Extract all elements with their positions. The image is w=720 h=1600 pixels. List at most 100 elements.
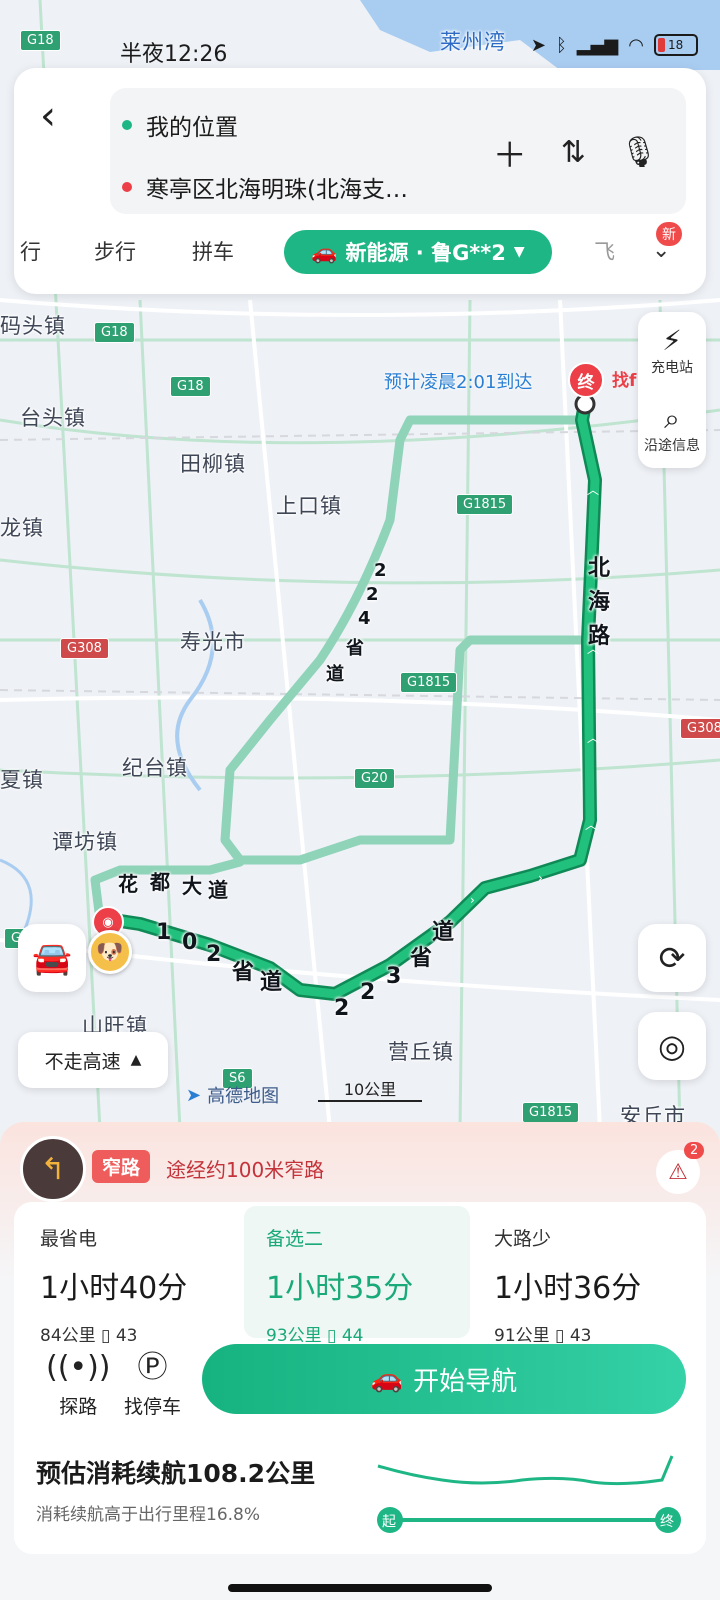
route-option-selected[interactable]: 备选二 1小时35分 93公里 ▯ 44 bbox=[244, 1206, 470, 1346]
energy-start-label: 起 bbox=[382, 1514, 396, 1530]
route-option-time: 1小时40分 bbox=[40, 1271, 188, 1306]
caret-up-icon: ▲ bbox=[130, 1052, 142, 1068]
parking-label: 找停车 bbox=[124, 1396, 182, 1418]
explore-route-button[interactable]: ((•)) 探路 bbox=[46, 1350, 111, 1419]
tab-mode[interactable]: 行 bbox=[20, 236, 41, 266]
travel-mode-tabs: 行 步行 拼车 🚗 新能源 · 鲁G**2 ▼ 飞 ⌄ 新 bbox=[14, 222, 706, 278]
bluetooth-icon: ᛒ bbox=[555, 34, 567, 56]
battery-level: 18 bbox=[668, 38, 684, 52]
find-parking-button[interactable]: Ⓟ 找停车 bbox=[124, 1350, 181, 1419]
tab-walk[interactable]: 步行 bbox=[94, 236, 136, 266]
route-search-card: ‹ 我的位置 寒亭区北海明珠(北海支… ＋ ⇅ 🎙 行 步行 拼车 🚗 新能源 … bbox=[14, 68, 706, 294]
add-waypoint-button[interactable]: ＋ bbox=[493, 128, 527, 177]
clock: 半夜12:26 bbox=[120, 42, 228, 67]
report-count-badge: 2 bbox=[684, 1142, 705, 1159]
energy-subtitle: 消耗续航高于出行里程16.8% bbox=[36, 1505, 261, 1525]
energy-estimate-card[interactable]: 预估消耗续航108.2公里 消耗续航高于出行里程16.8% 起 终 bbox=[14, 1434, 706, 1554]
along-route-label: 沿途信息 bbox=[644, 438, 700, 454]
map-place-label: 谭坊镇 bbox=[52, 830, 118, 854]
tab-carpool[interactable]: 拼车 bbox=[192, 236, 234, 266]
route-road-label: 2 bbox=[206, 942, 222, 967]
route-traffic-lights: 43 bbox=[569, 1326, 592, 1346]
destination-dot-icon bbox=[122, 182, 132, 192]
along-route-button[interactable]: ⌕ 沿途信息 bbox=[638, 390, 706, 468]
map-tools-panel: ⚡ 充电站 ⌕ 沿途信息 bbox=[638, 312, 706, 468]
navigation-arrow-icon: ➤ bbox=[186, 1084, 202, 1106]
route-distance: 84公里 bbox=[40, 1326, 96, 1346]
vehicle-settings-button[interactable]: 🚘 bbox=[18, 924, 86, 992]
narrow-road-tag: 窄路 bbox=[92, 1150, 151, 1183]
svg-text:›: › bbox=[470, 893, 475, 907]
parking-icon: Ⓟ bbox=[137, 1350, 168, 1385]
logo-text: 高德地图 bbox=[207, 1086, 280, 1107]
energy-title: 预估消耗续航108.2公里 bbox=[36, 1459, 316, 1488]
radar-icon: ((•)) bbox=[46, 1350, 111, 1385]
route-option-time: 1小时36分 bbox=[494, 1271, 642, 1306]
caret-down-icon: ▼ bbox=[513, 244, 525, 260]
eta-label: 预计凌晨2:01到达 bbox=[384, 372, 533, 393]
home-indicator[interactable] bbox=[228, 1584, 492, 1592]
tab-new-energy[interactable]: 🚗 新能源 · 鲁G**2 ▼ bbox=[284, 230, 552, 274]
route-preference-label: 不走高速 bbox=[44, 1050, 121, 1073]
locate-button[interactable]: ◎ bbox=[638, 1012, 706, 1080]
route-preference-button[interactable]: 不走高速 ▲ bbox=[18, 1032, 168, 1088]
battery-icon: 18 bbox=[654, 34, 698, 56]
route-option[interactable]: 最省电 1小时40分 84公里 ▯ 43 bbox=[18, 1206, 244, 1346]
narrow-road-text: 途经约100米窄路 bbox=[166, 1158, 325, 1182]
traffic-light-icon: ▯ bbox=[327, 1326, 342, 1346]
svg-text:︿: ︿ bbox=[587, 483, 599, 497]
route-road-label: 3 bbox=[386, 964, 402, 989]
route-road-label: 2 bbox=[334, 996, 350, 1021]
route-option-time: 1小时35分 bbox=[266, 1271, 414, 1306]
charging-label: 充电站 bbox=[651, 360, 693, 376]
route-road-label: 0 bbox=[182, 930, 198, 955]
route-road-label: 花 bbox=[118, 872, 138, 896]
refresh-route-button[interactable]: ⟳ bbox=[638, 924, 706, 992]
signal-icon: ▂▄▆ bbox=[576, 34, 619, 56]
map-place-label: 台头镇 bbox=[20, 406, 86, 430]
destination-label: 找f bbox=[612, 371, 637, 391]
swap-button[interactable]: ⇅ bbox=[561, 135, 586, 170]
map-scale: 10公里 bbox=[318, 1076, 422, 1102]
route-option-meta: 93公里 ▯ 44 bbox=[266, 1321, 448, 1346]
destination-field[interactable]: 寒亭区北海明珠(北海支… bbox=[122, 170, 408, 204]
road-badge: G308 bbox=[60, 638, 109, 659]
route-road-label: 路 bbox=[588, 624, 611, 649]
route-traffic-lights: 43 bbox=[115, 1326, 138, 1346]
route-road-label: 大 bbox=[182, 874, 202, 898]
energy-end-label: 终 bbox=[660, 1514, 674, 1530]
route-road-label: 省 bbox=[410, 946, 433, 971]
road-badge: G20 bbox=[354, 768, 395, 789]
user-location-avatar[interactable]: 🐶 bbox=[88, 930, 132, 974]
origin-field[interactable]: 我的位置 bbox=[122, 108, 238, 142]
route-sheet: ↰ 窄路 途经约100米窄路 ⚠ 2 最省电 1小时40分 84公里 ▯ 43 … bbox=[0, 1122, 720, 1600]
map-place-label: 龙镇 bbox=[0, 516, 44, 540]
route-option[interactable]: 大路少 1小时36分 91公里 ▯ 43 bbox=[472, 1206, 698, 1346]
back-button[interactable]: ‹ bbox=[40, 96, 80, 138]
tab-new-energy-label: 新能源 · 鲁G**2 bbox=[345, 241, 506, 265]
map-place-label: 上口镇 bbox=[276, 494, 342, 518]
route-option-meta: 91公里 ▯ 43 bbox=[494, 1321, 676, 1346]
route-option-name: 大路少 bbox=[494, 1228, 552, 1250]
destination-pin[interactable]: 终 bbox=[568, 362, 604, 398]
route-road-label: 海 bbox=[588, 590, 611, 615]
new-badge: 新 bbox=[656, 222, 682, 246]
route-option-meta: 84公里 ▯ 43 bbox=[40, 1321, 222, 1346]
charging-station-button[interactable]: ⚡ 充电站 bbox=[638, 312, 706, 390]
address-box: 我的位置 寒亭区北海明珠(北海支… ＋ ⇅ 🎙 bbox=[110, 88, 686, 214]
map-place-label: 寿光市 bbox=[180, 630, 246, 654]
road-badge: G18 bbox=[170, 376, 211, 397]
search-icon: ⌕ bbox=[664, 402, 680, 435]
narrow-road-alert[interactable]: ↰ 窄路 途经约100米窄路 ⚠ 2 bbox=[20, 1136, 705, 1202]
microphone-button[interactable]: 🎙 bbox=[620, 135, 658, 170]
route-road-label: 1 bbox=[156, 920, 172, 945]
report-icon: ⚠ bbox=[668, 1159, 688, 1185]
refresh-icon: ⟳ bbox=[658, 939, 686, 977]
start-navigation-button[interactable]: 🚗 开始导航 bbox=[202, 1344, 686, 1414]
svg-text:︿: ︿ bbox=[587, 731, 599, 745]
route-option-name: 最省电 bbox=[40, 1228, 98, 1250]
route-distance: 91公里 bbox=[494, 1326, 550, 1346]
route-road-label: 道 bbox=[208, 878, 228, 902]
route-road-label: 道 bbox=[260, 970, 283, 995]
tab-flight[interactable]: 飞 bbox=[594, 236, 615, 266]
